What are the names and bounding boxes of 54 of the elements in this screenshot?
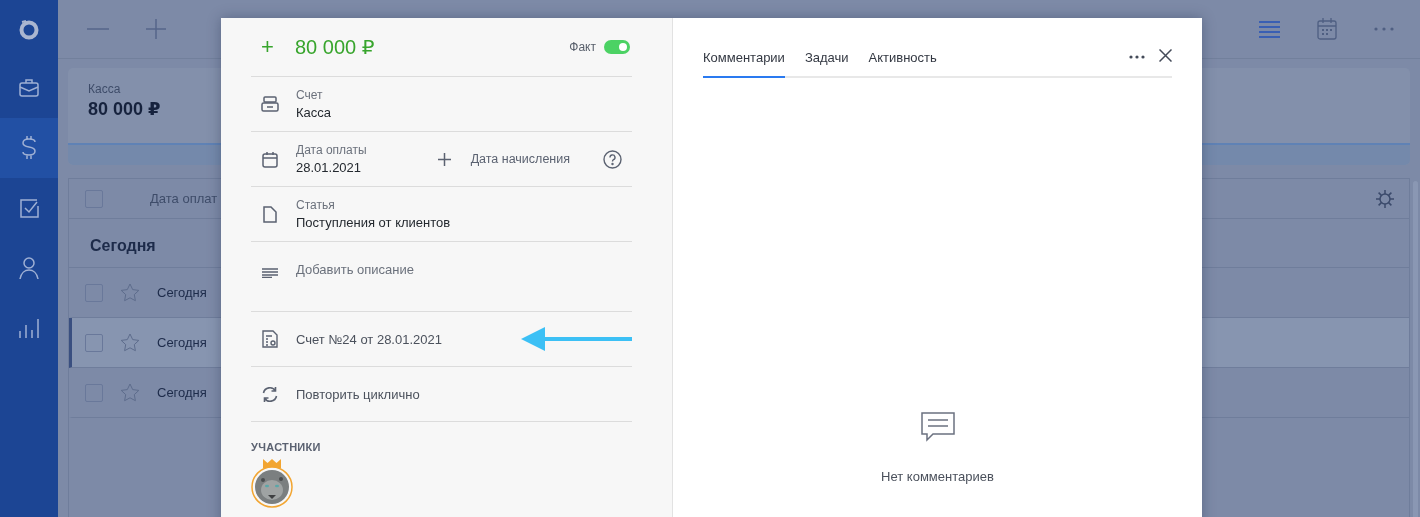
repeat-icon: [261, 385, 279, 403]
star-icon[interactable]: [120, 283, 140, 302]
field-value: 28.01.2021: [296, 160, 363, 175]
checkbox-icon: [18, 197, 40, 219]
form-row[interactable]: Дата оплаты 28.01.2021 Дата начисления: [251, 132, 632, 187]
field-value: Касса: [296, 105, 332, 120]
star-icon[interactable]: [120, 383, 140, 402]
help-icon[interactable]: [603, 149, 622, 169]
table-cell: Сегодня: [157, 385, 207, 400]
list-view-icon[interactable]: [1259, 20, 1280, 38]
field-label: Дата оплаты: [296, 143, 367, 157]
calendar-icon: [261, 150, 279, 168]
group-title: Сегодня: [90, 237, 156, 255]
more-icon[interactable]: [1129, 55, 1145, 59]
form-row[interactable]: Добавить описание: [251, 242, 632, 312]
calendar-icon[interactable]: [1317, 18, 1337, 40]
empty-state-text: Нет комментариев: [881, 469, 994, 484]
comment-icon: [920, 412, 955, 442]
field-value: Счет №24 от 28.01.2021: [296, 331, 442, 347]
settings-icon[interactable]: [1375, 188, 1395, 209]
plus-icon[interactable]: [437, 152, 451, 166]
cash-register-icon: [261, 96, 279, 112]
card-label: Касса: [88, 82, 121, 96]
field-label: Счет: [296, 88, 324, 102]
form-row[interactable]: Счет №24 от 28.01.2021: [251, 312, 632, 367]
star-icon[interactable]: [120, 333, 140, 352]
card-amount: 80 000 ₽: [88, 98, 161, 120]
tab[interactable]: Задачи: [804, 50, 849, 78]
form-row[interactable]: Статья Поступления от клиентов: [251, 187, 632, 242]
sidebar-item[interactable]: [0, 118, 58, 178]
tab[interactable]: Активность: [868, 50, 937, 78]
field-value: Поступления от клиентов: [296, 215, 451, 230]
bar-chart-icon: [18, 317, 40, 339]
field-label: Статья: [296, 198, 336, 212]
invoice-icon: [261, 330, 279, 348]
close-icon[interactable]: [1159, 48, 1172, 62]
field-value: Повторить циклично: [296, 386, 420, 402]
briefcase-icon: [18, 77, 40, 99]
table-cell: Сегодня: [157, 335, 207, 350]
toggle[interactable]: [604, 40, 630, 54]
person-icon: [18, 256, 40, 280]
add-accrual-date-link[interactable]: Дата начисления: [470, 152, 570, 166]
section-title: УЧАСТНИКИ: [251, 441, 322, 453]
sign: +: [261, 34, 275, 60]
logo-icon: [18, 18, 40, 40]
tab[interactable]: Комментарии: [703, 50, 785, 78]
text-lines-icon: [261, 268, 279, 278]
checkbox[interactable]: [85, 333, 103, 352]
description-placeholder: Добавить описание: [296, 262, 414, 277]
form-row[interactable]: Повторить циклично: [251, 367, 632, 422]
document-icon: [261, 205, 279, 223]
table-cell: Сегодня: [157, 285, 207, 300]
form-row[interactable]: Счет Касса: [251, 77, 632, 132]
toggle-label: Факт: [569, 40, 596, 54]
